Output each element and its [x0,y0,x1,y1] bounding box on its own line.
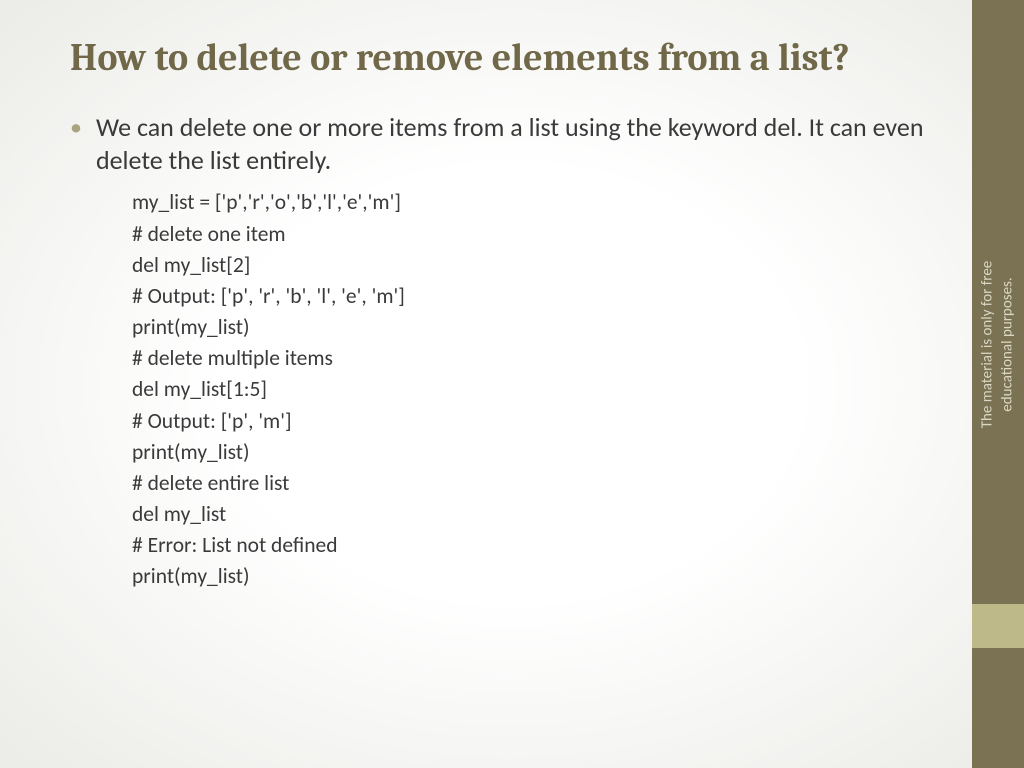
sidebar-text-container: The material is only for free educationa… [972,0,1024,768]
sidebar-disclaimer-text: The material is only for free educationa… [979,260,1018,428]
code-line: del my_list[2] [132,250,934,281]
bullet-text: We can delete one or more items from a l… [96,111,934,178]
code-line: print(my_list) [132,437,934,468]
code-line: # delete multiple items [132,343,934,374]
code-line: # delete one item [132,219,934,250]
slide-content: How to delete or remove elements from a … [70,36,934,748]
code-line: # Output: ['p', 'm'] [132,406,934,437]
code-line: print(my_list) [132,312,934,343]
code-line: # delete entire list [132,468,934,499]
code-line: my_list = ['p','r','o','b','l','e','m'] [132,187,934,218]
code-line: del my_list [132,499,934,530]
code-line: print(my_list) [132,561,934,592]
bullet-icon: • [70,113,82,143]
code-block: my_list = ['p','r','o','b','l','e','m'] … [132,187,934,592]
code-line: # Output: ['p', 'r', 'b', 'l', 'e', 'm'] [132,281,934,312]
code-line: del my_list[1:5] [132,374,934,405]
bullet-item: • We can delete one or more items from a… [70,111,934,178]
slide: The material is only for free educationa… [0,0,1024,768]
slide-title: How to delete or remove elements from a … [70,36,934,81]
code-line: # Error: List not defined [132,530,934,561]
